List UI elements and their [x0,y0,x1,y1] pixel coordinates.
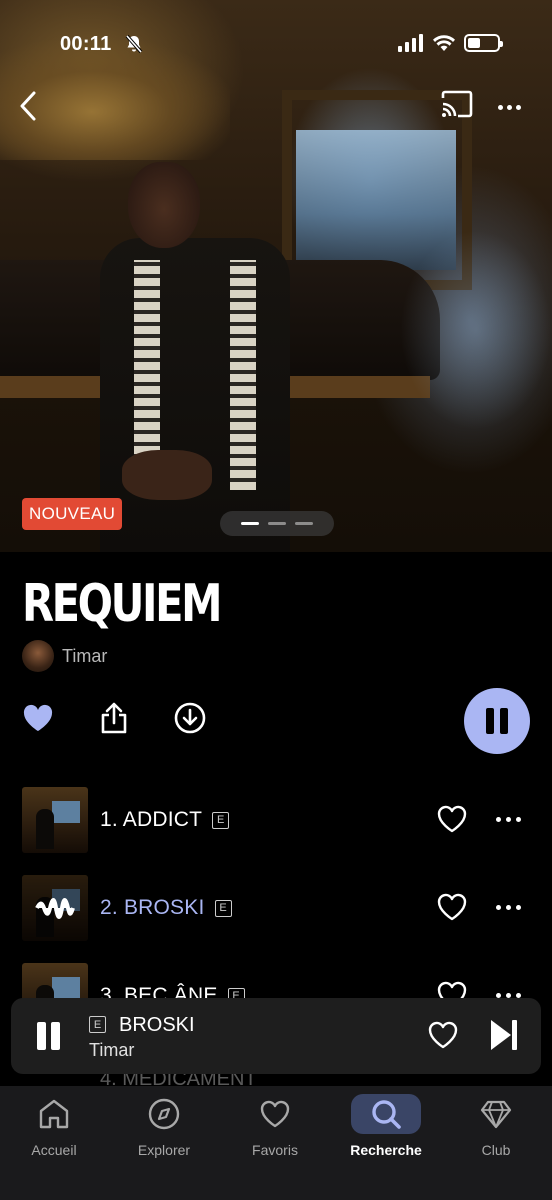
album-actions [20,700,208,736]
carousel-pager[interactable] [220,511,334,536]
diamond-icon [461,1094,531,1134]
avatar [22,640,54,672]
compass-icon [129,1094,199,1134]
track-more-button[interactable] [496,905,521,910]
pause-icon [486,708,494,734]
track-thumbnail [22,787,88,853]
now-playing-wave-icon [22,875,88,941]
back-button[interactable] [10,84,46,128]
chevron-left-icon [20,91,36,121]
track-thumbnail [22,875,88,941]
battery-icon [464,34,503,52]
track-title: 1. ADDICT [100,808,203,831]
track-row[interactable]: 2. BROSKI E [22,875,532,941]
tab-label: Explorer [137,1142,191,1158]
hero-artist-figure [100,160,300,552]
share-icon [101,702,127,734]
explicit-badge: E [214,899,232,917]
download-button[interactable] [172,700,208,736]
album-cover-hero: 00:11 NOUVEAU [0,0,552,552]
heart-filled-icon [23,704,53,731]
like-track-button[interactable] [436,804,468,839]
tab-label: Favoris [252,1142,298,1158]
signal-icon [398,34,423,52]
status-time: 00:11 [60,33,112,55]
download-icon [174,702,206,734]
tab-favoris[interactable]: Favoris [225,1094,325,1158]
home-icon [19,1094,89,1134]
like-track-button[interactable] [436,892,468,927]
explicit-badge: E [212,811,230,829]
tab-label: Club [481,1142,511,1158]
search-icon [351,1094,421,1134]
hero-smoke [400,230,552,430]
mini-player-artist: Timar [89,1040,135,1060]
tab-label: Recherche [350,1142,422,1158]
share-button[interactable] [96,700,132,736]
cast-button[interactable] [440,90,476,120]
mini-like-button[interactable] [427,1020,459,1055]
heart-icon [240,1094,310,1134]
new-badge: NOUVEAU [22,498,123,530]
pager-dot[interactable] [268,522,286,525]
artist-name: Timar [62,645,108,666]
heart-outline-icon [428,1021,458,1049]
mini-player[interactable]: E BROSKI Timar [11,998,541,1074]
heart-outline-icon [437,805,467,833]
heart-outline-icon [437,893,467,921]
track-row[interactable]: 1. ADDICT E [22,787,532,853]
wifi-icon [433,35,455,51]
tab-bar: Accueil Explorer Favoris Recherche Club [0,1086,552,1200]
track-more-button[interactable] [496,817,521,822]
muted-bell-icon [124,34,144,59]
album-title: REQUIEM [22,574,222,634]
explicit-badge: E [89,1016,106,1033]
like-album-button[interactable] [20,700,56,736]
pause-button[interactable] [464,688,530,754]
skip-next-icon [491,1020,517,1050]
status-indicators [398,34,503,52]
tab-explorer[interactable]: Explorer [114,1094,214,1158]
tab-accueil[interactable]: Accueil [4,1094,104,1158]
mini-pause-button[interactable] [37,1022,60,1050]
mini-player-title: BROSKI [119,1014,195,1036]
artist-link[interactable]: Timar [22,640,107,672]
tab-label: Accueil [31,1142,77,1158]
next-track-button[interactable] [489,1018,519,1057]
pager-dot[interactable] [241,522,259,525]
tab-club[interactable]: Club [446,1094,546,1158]
cast-icon [441,90,473,118]
more-options-button[interactable] [494,92,524,122]
tab-recherche[interactable]: Recherche [336,1094,436,1158]
pager-dot[interactable] [295,522,313,525]
track-title: 2. BROSKI [100,896,205,919]
pause-icon [37,1022,46,1050]
